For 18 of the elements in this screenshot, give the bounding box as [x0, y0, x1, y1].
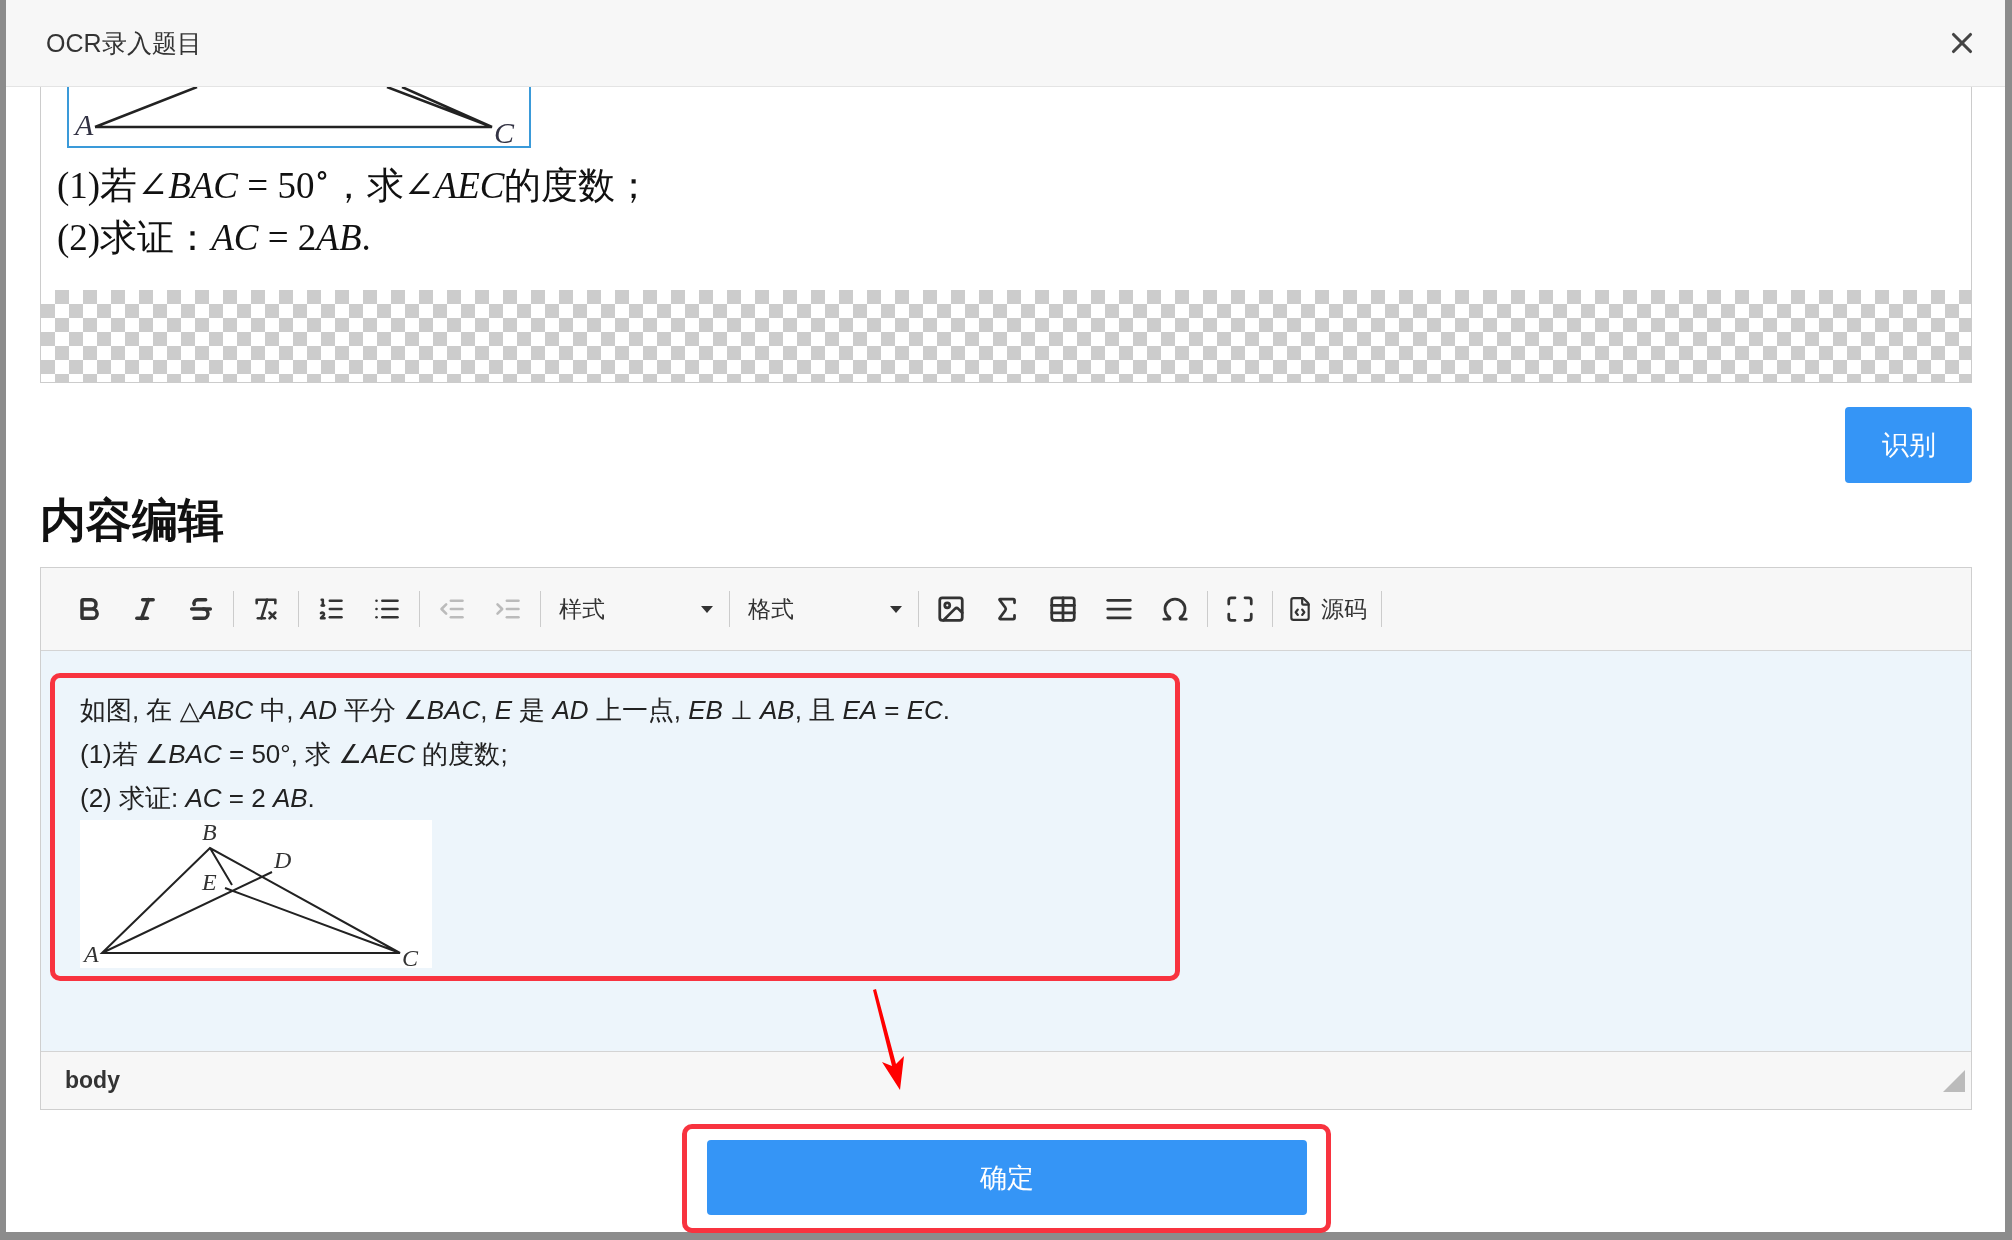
question-text: (2)求证：AC = 2AB. — [56, 216, 372, 261]
question-text: 如图, 在 △ABC 中, AD 平分 ∠BAC, E 是 AD 上一点, EB ⊥ AB, 且 EA = EC. — [80, 694, 952, 728]
resize-handle-icon[interactable] — [1943, 1069, 1965, 1092]
dialog-title: OCR录入题目 — [46, 27, 202, 59]
question-text: (1)若 ∠BAC = 50°, 求 ∠AEC 的度数; — [80, 738, 509, 772]
caret-icon — [701, 605, 713, 613]
source-button[interactable]: 源码 — [1277, 584, 1377, 635]
style-dropdown[interactable]: 格式 — [734, 584, 914, 635]
triangle-drawing: A B C D E — [80, 820, 432, 969]
section-title: 内容编辑 — [40, 493, 225, 549]
code-file-icon — [1287, 596, 1313, 623]
style-dropdown[interactable]: 样式 — [545, 584, 725, 635]
caret-icon — [890, 605, 902, 613]
triangle-drawing: A C — [67, 87, 531, 149]
editor-content[interactable]: 如图, 在 △ABC 中, AD 平分 ∠BAC, E 是 AD 上一点, EB ⊥ AB, 且 EA = EC. (1)若 ∠BAC = 50°, 求 ∠AEC 的度数; (2) 求证: AC = 2 AB. A B C D E — [41, 651, 1971, 1052]
question-text: (1)若∠BAC = 50$^{∘}$，求∠AEC的度数； — [56, 157, 654, 209]
element-path: body — [65, 1067, 120, 1095]
question-text: (2) 求证: AC = 2 AB. — [80, 782, 316, 816]
